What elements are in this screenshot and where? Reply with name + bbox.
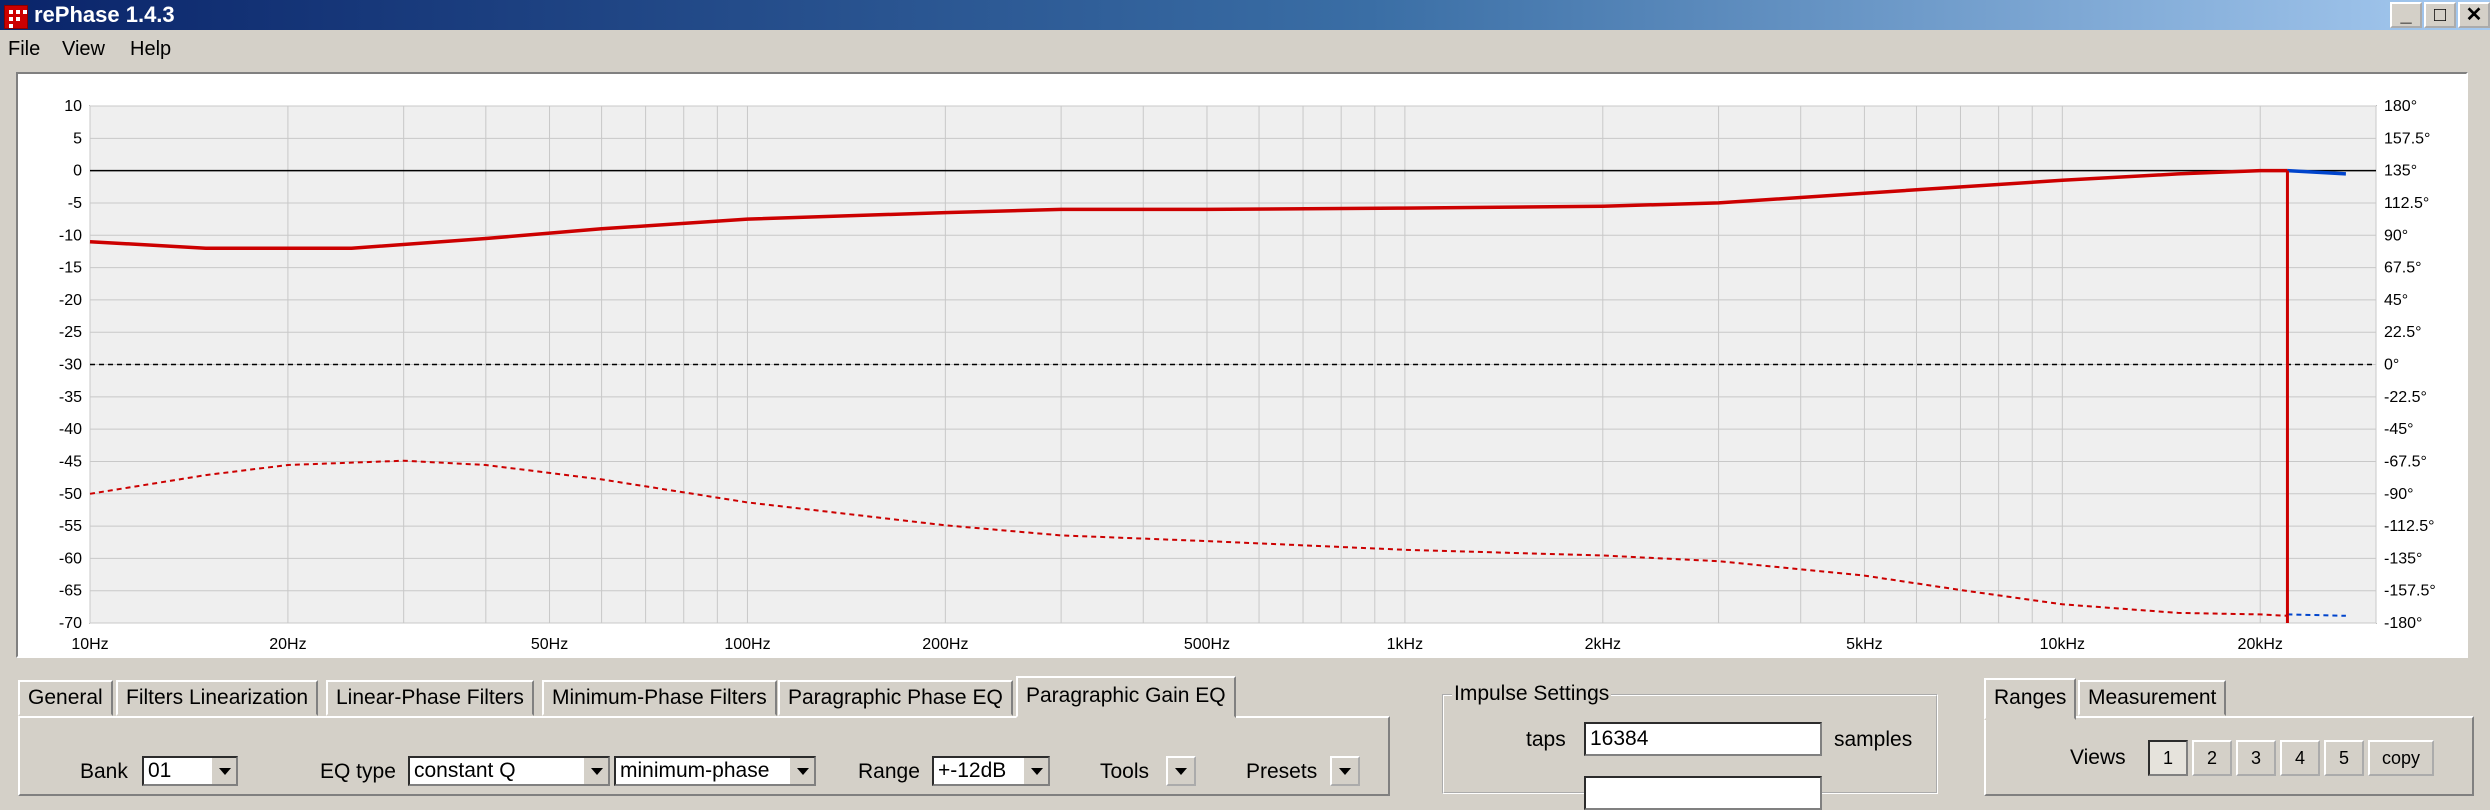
eq-type-label: EQ type — [320, 760, 396, 783]
taps-label: taps — [1526, 728, 1566, 751]
views-label: Views — [2070, 746, 2126, 769]
tab-ranges[interactable]: Ranges — [1984, 678, 2077, 720]
impulse-settings-title: Impulse Settings — [1452, 682, 1612, 706]
tab-filters-linearization[interactable]: Filters Linearization — [116, 680, 319, 716]
impulse-second-field[interactable] — [1584, 776, 1822, 810]
copy-view-button[interactable]: copy — [2368, 740, 2434, 776]
bank-value: 01 — [148, 759, 172, 782]
y2-tick-label: 90° — [2384, 227, 2408, 244]
x-tick-label: 500Hz — [1184, 636, 1230, 653]
phase-type-value: minimum-phase — [620, 759, 770, 782]
tools-dropdown-button[interactable] — [1166, 756, 1196, 786]
app-icon[interactable] — [4, 5, 28, 29]
y-tick-label: -10 — [59, 227, 82, 244]
maximize-button[interactable]: □ — [2424, 2, 2456, 28]
y2-tick-label: -135° — [2384, 550, 2422, 567]
chevron-down-icon[interactable] — [1022, 758, 1048, 784]
x-tick-label: 100Hz — [724, 636, 770, 653]
close-button[interactable]: ✕ — [2458, 2, 2490, 28]
samples-label: samples — [1834, 728, 1913, 751]
response-chart[interactable]: 10 5 0 -5 -10 -15 -20 -25 -30 -35 -40 -45 -50 -55 -60 -… — [16, 72, 2468, 658]
y2-tick-label: -157.5° — [2384, 583, 2436, 600]
view-5-button[interactable]: 5 — [2324, 740, 2364, 776]
range-value: +-12dB — [938, 759, 1007, 782]
y-tick-label: -25 — [59, 324, 82, 341]
y-tick-label: -60 — [59, 550, 82, 567]
x-tick-label: 2kHz — [1585, 636, 1621, 653]
x-tick-label: 20kHz — [2238, 636, 2283, 653]
menu-bar: File View Help — [0, 30, 2490, 70]
y-tick-label: -70 — [59, 615, 82, 632]
eq-type-select[interactable]: constant Q — [408, 756, 610, 786]
view-1-button[interactable]: 1 — [2148, 740, 2188, 776]
y-tick-label: 10 — [64, 98, 82, 115]
window-title: rePhase 1.4.3 — [34, 2, 175, 27]
x-tick-label: 10kHz — [2040, 636, 2085, 653]
x-tick-label: 10Hz — [71, 636, 108, 653]
tab-linear-phase-filters[interactable]: Linear-Phase Filters — [326, 680, 534, 716]
eq-panel: Bank 01 EQ type constant Q minimum-phase… — [18, 716, 1390, 796]
x-tick-label: 20Hz — [269, 636, 306, 653]
menu-view[interactable]: View — [62, 38, 105, 61]
taps-input[interactable]: 16384 — [1584, 722, 1822, 756]
presets-dropdown-button[interactable] — [1330, 756, 1360, 786]
chevron-down-icon[interactable] — [210, 758, 236, 784]
eq-type-value: constant Q — [414, 759, 516, 782]
range-label: Range — [858, 760, 920, 783]
y-tick-label: -30 — [59, 357, 82, 374]
y2-tick-label: -22.5° — [2384, 389, 2427, 406]
y2-tick-label: 157.5° — [2384, 130, 2430, 147]
y2-tick-label: 67.5° — [2384, 260, 2422, 277]
response-chart-svg: 10 5 0 -5 -10 -15 -20 -25 -30 -35 -40 -45 -50 -55 -60 -… — [59, 98, 2436, 653]
view-3-button[interactable]: 3 — [2236, 740, 2276, 776]
view-4-button[interactable]: 4 — [2280, 740, 2320, 776]
y-tick-label: -35 — [59, 389, 82, 406]
y-tick-label: -45 — [59, 453, 82, 470]
y2-tick-label: -112.5° — [2384, 518, 2435, 535]
tab-measurement[interactable]: Measurement — [2078, 680, 2227, 716]
chevron-down-icon[interactable] — [788, 758, 814, 784]
y2-tick-label: -90° — [2384, 486, 2414, 503]
y-tick-label: 0 — [73, 163, 82, 180]
bank-label: Bank — [80, 760, 128, 783]
tab-minimum-phase-filters[interactable]: Minimum-Phase Filters — [542, 680, 777, 716]
impulse-settings-group: Impulse Settings taps 16384 samples — [1442, 682, 1938, 810]
presets-label: Presets — [1246, 760, 1318, 783]
y2-tick-label: 135° — [2384, 163, 2417, 180]
phase-type-select[interactable]: minimum-phase — [614, 756, 816, 786]
y2-tick-label: 0° — [2384, 357, 2399, 374]
tab-paragraphic-phase-eq[interactable]: Paragraphic Phase EQ — [778, 680, 1013, 716]
y2-tick-label: -180° — [2384, 615, 2422, 632]
x-tick-label: 200Hz — [922, 636, 968, 653]
tools-label: Tools — [1100, 760, 1150, 783]
y2-tick-label: -67.5° — [2384, 453, 2427, 470]
y-tick-label: -15 — [59, 260, 82, 277]
minimize-button[interactable]: _ — [2390, 2, 2422, 28]
title-bar: rePhase 1.4.3 _ □ ✕ — [0, 0, 2490, 30]
y-tick-label: -5 — [68, 195, 82, 212]
menu-help[interactable]: Help — [130, 38, 171, 61]
y-tick-label: -50 — [59, 486, 82, 503]
view-2-button[interactable]: 2 — [2192, 740, 2232, 776]
x-tick-label: 5kHz — [1846, 636, 1882, 653]
tab-general[interactable]: General — [18, 680, 113, 716]
y2-tick-label: -45° — [2384, 421, 2414, 438]
y-tick-label: -20 — [59, 292, 82, 309]
x-tick-label: 1kHz — [1387, 636, 1423, 653]
y-tick-label: -65 — [59, 583, 82, 600]
y-tick-label: -40 — [59, 421, 82, 438]
menu-file[interactable]: File — [8, 38, 40, 61]
tab-paragraphic-gain-eq[interactable]: Paragraphic Gain EQ — [1016, 676, 1236, 718]
y2-tick-label: 180° — [2384, 98, 2417, 115]
bank-select[interactable]: 01 — [142, 756, 238, 786]
y-tick-label: -55 — [59, 518, 82, 535]
y2-tick-label: 22.5° — [2384, 324, 2422, 341]
range-select[interactable]: +-12dB — [932, 756, 1050, 786]
y2-tick-label: 45° — [2384, 292, 2408, 309]
y-tick-label: 5 — [73, 130, 82, 147]
chevron-down-icon[interactable] — [582, 758, 608, 784]
x-tick-label: 50Hz — [531, 636, 568, 653]
y2-tick-label: 112.5° — [2384, 195, 2429, 212]
